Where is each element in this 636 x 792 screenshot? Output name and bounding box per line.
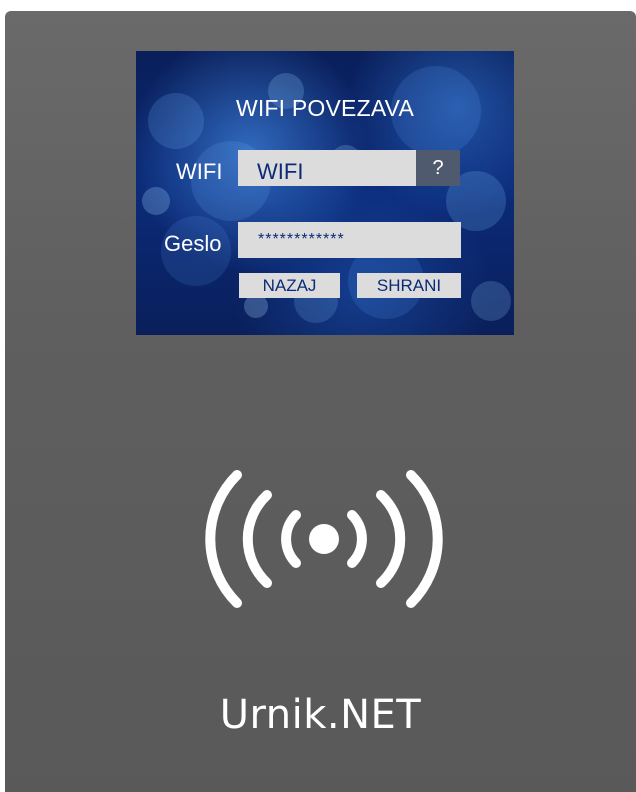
brand-logo: Urnik.NET [219, 692, 422, 738]
screen-title: WIFI POVEZAVA [235, 95, 415, 121]
wifi-ssid-value: WIFI [257, 159, 304, 184]
display-screen: WIFI POVEZAVA WIFI WIFI ? Geslo ********… [136, 51, 514, 335]
back-button[interactable]: NAZAJ [239, 273, 340, 298]
help-icon: ? [432, 157, 444, 179]
password-label: Geslo [164, 231, 222, 256]
wifi-ssid-field[interactable]: WIFI [238, 150, 416, 186]
password-field[interactable]: ************ [238, 222, 461, 258]
terminal-device: WIFI POVEZAVA WIFI WIFI ? Geslo ********… [5, 11, 636, 792]
nfc-icon [205, 470, 443, 608]
save-button[interactable]: SHRANI [357, 273, 461, 298]
wifi-label: WIFI [176, 159, 223, 184]
help-button[interactable]: ? [416, 150, 460, 186]
password-value: ************ [258, 231, 345, 248]
